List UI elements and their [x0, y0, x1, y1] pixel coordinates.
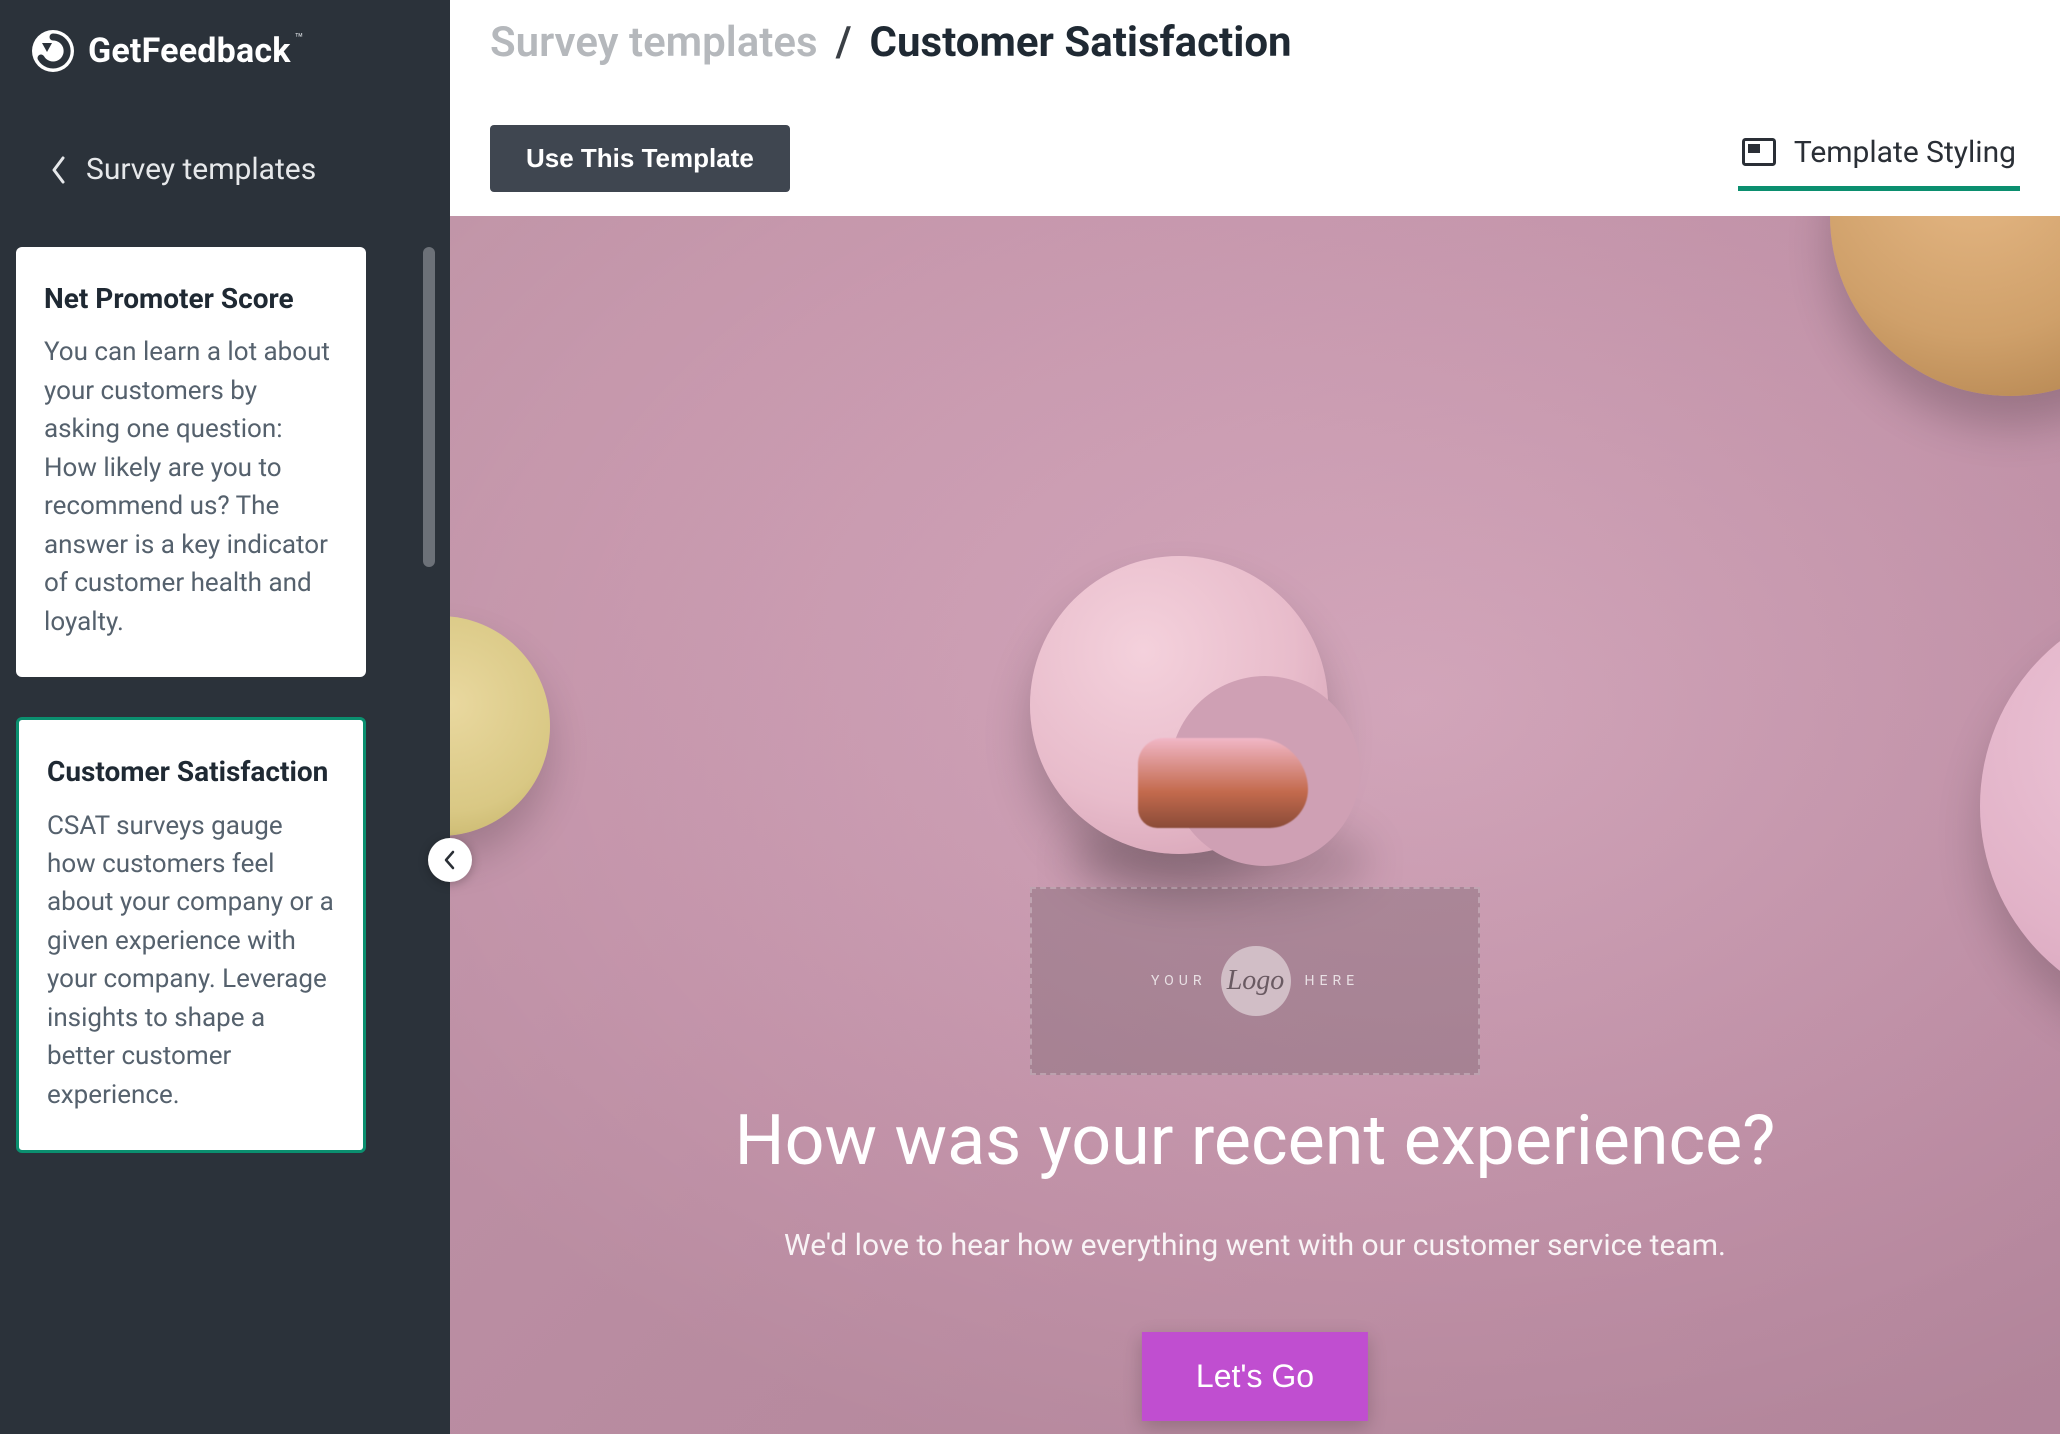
logo-placeholder[interactable]: YOUR Logo HERE — [1030, 887, 1480, 1075]
tab-template-styling[interactable]: Template Styling — [1738, 127, 2020, 191]
sidebar: GetFeedback™ Survey templates Net Promot… — [0, 0, 450, 1434]
lets-go-button[interactable]: Let's Go — [1142, 1332, 1368, 1421]
breadcrumb-current: Customer Satisfaction — [870, 18, 1292, 67]
chevron-left-icon — [443, 850, 457, 870]
collapse-sidebar-button[interactable] — [428, 838, 472, 882]
template-styling-icon — [1742, 138, 1776, 166]
back-to-templates[interactable]: Survey templates — [0, 112, 450, 237]
preview-headline: How was your recent experience? — [450, 1100, 2060, 1182]
main-area: Survey templates / Customer Satisfaction… — [450, 0, 2060, 1434]
chevron-left-icon — [50, 156, 68, 184]
template-card-title: Customer Satisfaction — [47, 754, 335, 790]
template-card-desc: CSAT surveys gauge how customers feel ab… — [47, 807, 335, 1115]
brand-mark-icon — [32, 30, 74, 72]
template-list: Net Promoter Score You can learn a lot a… — [0, 237, 450, 1434]
brand-name: GetFeedback™ — [88, 31, 304, 71]
tab-label: Template Styling — [1794, 135, 2016, 170]
breadcrumb-root[interactable]: Survey templates — [490, 18, 818, 67]
template-card-title: Net Promoter Score — [44, 281, 338, 317]
breadcrumb: Survey templates / Customer Satisfaction — [450, 0, 2060, 77]
decor-macaron-bitten — [1030, 556, 1350, 856]
sidebar-scrollbar-thumb[interactable] — [423, 247, 435, 567]
logo-placeholder-circle: Logo — [1221, 946, 1291, 1016]
back-label: Survey templates — [86, 152, 316, 187]
trademark-symbol: ™ — [295, 31, 304, 47]
template-card-csat[interactable]: Customer Satisfaction CSAT surveys gauge… — [16, 717, 366, 1153]
survey-preview: YOUR Logo HERE How was your recent exper… — [450, 216, 2060, 1434]
logo-placeholder-here: HERE — [1305, 973, 1360, 989]
toolbar: Use This Template Template Styling — [450, 77, 2060, 212]
use-this-template-button[interactable]: Use This Template — [490, 125, 790, 192]
brand-logo: GetFeedback™ — [0, 0, 450, 112]
breadcrumb-separator: / — [836, 18, 852, 67]
template-card-nps[interactable]: Net Promoter Score You can learn a lot a… — [16, 247, 366, 677]
preview-subhead: We'd love to hear how everything went wi… — [450, 1228, 2060, 1263]
sidebar-scrollbar[interactable] — [420, 247, 438, 1404]
logo-placeholder-your: YOUR — [1151, 973, 1207, 989]
template-card-desc: You can learn a lot about your customers… — [44, 333, 338, 641]
